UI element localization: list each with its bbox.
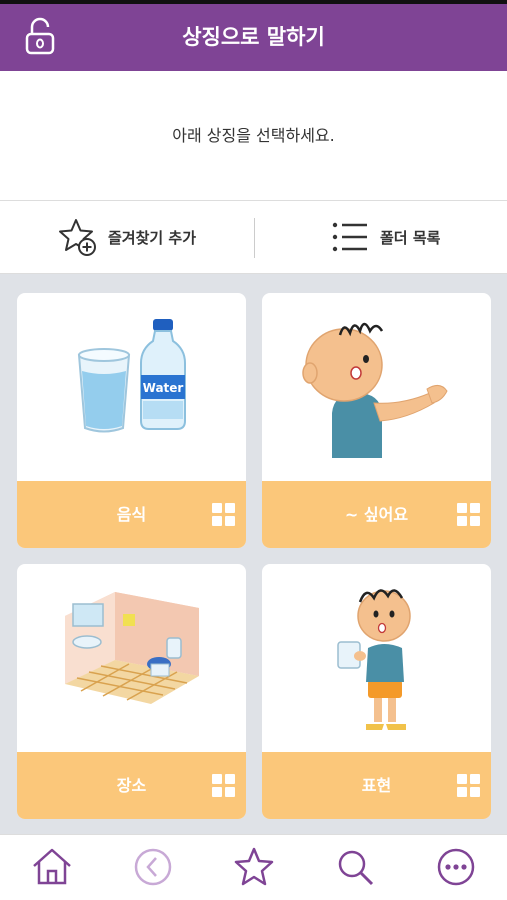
symbol-card-expression[interactable]: 표현 [262,564,491,819]
more-icon [437,848,475,886]
list-icon [332,222,367,252]
search-button[interactable] [333,845,377,889]
card-bar: 음식 [17,481,246,548]
page-title: 상징으로 말하기 [182,25,325,49]
symbol-card-want[interactable]: ~ 싶어요 [262,293,491,548]
grid-icon[interactable] [457,774,481,798]
folder-list-label: 폴더 목록 [380,228,441,247]
card-bar: 장소 [17,752,246,819]
child-reaching-image [302,322,448,458]
folder-list-button[interactable]: 폴더 목록 [330,201,440,273]
add-favorite-button[interactable]: 즐겨찾기 추가 [58,201,196,273]
bottom-nav [0,834,507,900]
back-button[interactable] [131,845,175,889]
instruction-area: 아래 상징을 선택하세요. [0,71,507,200]
bathroom-room-image [65,592,199,704]
back-circle-icon [134,848,172,886]
home-button[interactable] [30,845,74,889]
app-header: 상징으로 말하기 [0,4,507,71]
home-icon [33,848,71,885]
grid-icon[interactable] [212,503,236,527]
divider [254,218,255,258]
water-glass-bottle-image: Water [77,319,186,433]
action-bar: 즐겨찾기 추가 폴더 목록 [0,200,507,274]
search-icon [338,850,374,886]
lock-button[interactable] [22,16,58,56]
symbol-card-food[interactable]: Water 음식 [17,293,246,548]
grid-icon[interactable] [212,774,236,798]
symbol-card-place[interactable]: 장소 [17,564,246,819]
lock-icon [25,17,55,55]
more-button[interactable] [434,845,478,889]
card-bar: 표현 [262,752,491,819]
child-drinking-image [337,589,411,730]
instruction-text: 아래 상징을 선택하세요. [172,126,335,145]
favorites-button[interactable] [232,845,276,889]
card-bar: ~ 싶어요 [262,481,491,548]
star-plus-icon [59,219,96,256]
grid-icon[interactable] [457,503,481,527]
bottle-label: Water [143,381,184,395]
star-icon [234,847,274,886]
add-favorite-label: 즐겨찾기 추가 [108,228,197,247]
symbol-grid: Water 음식 ~ 싶어요 장소 표현 [0,274,507,834]
